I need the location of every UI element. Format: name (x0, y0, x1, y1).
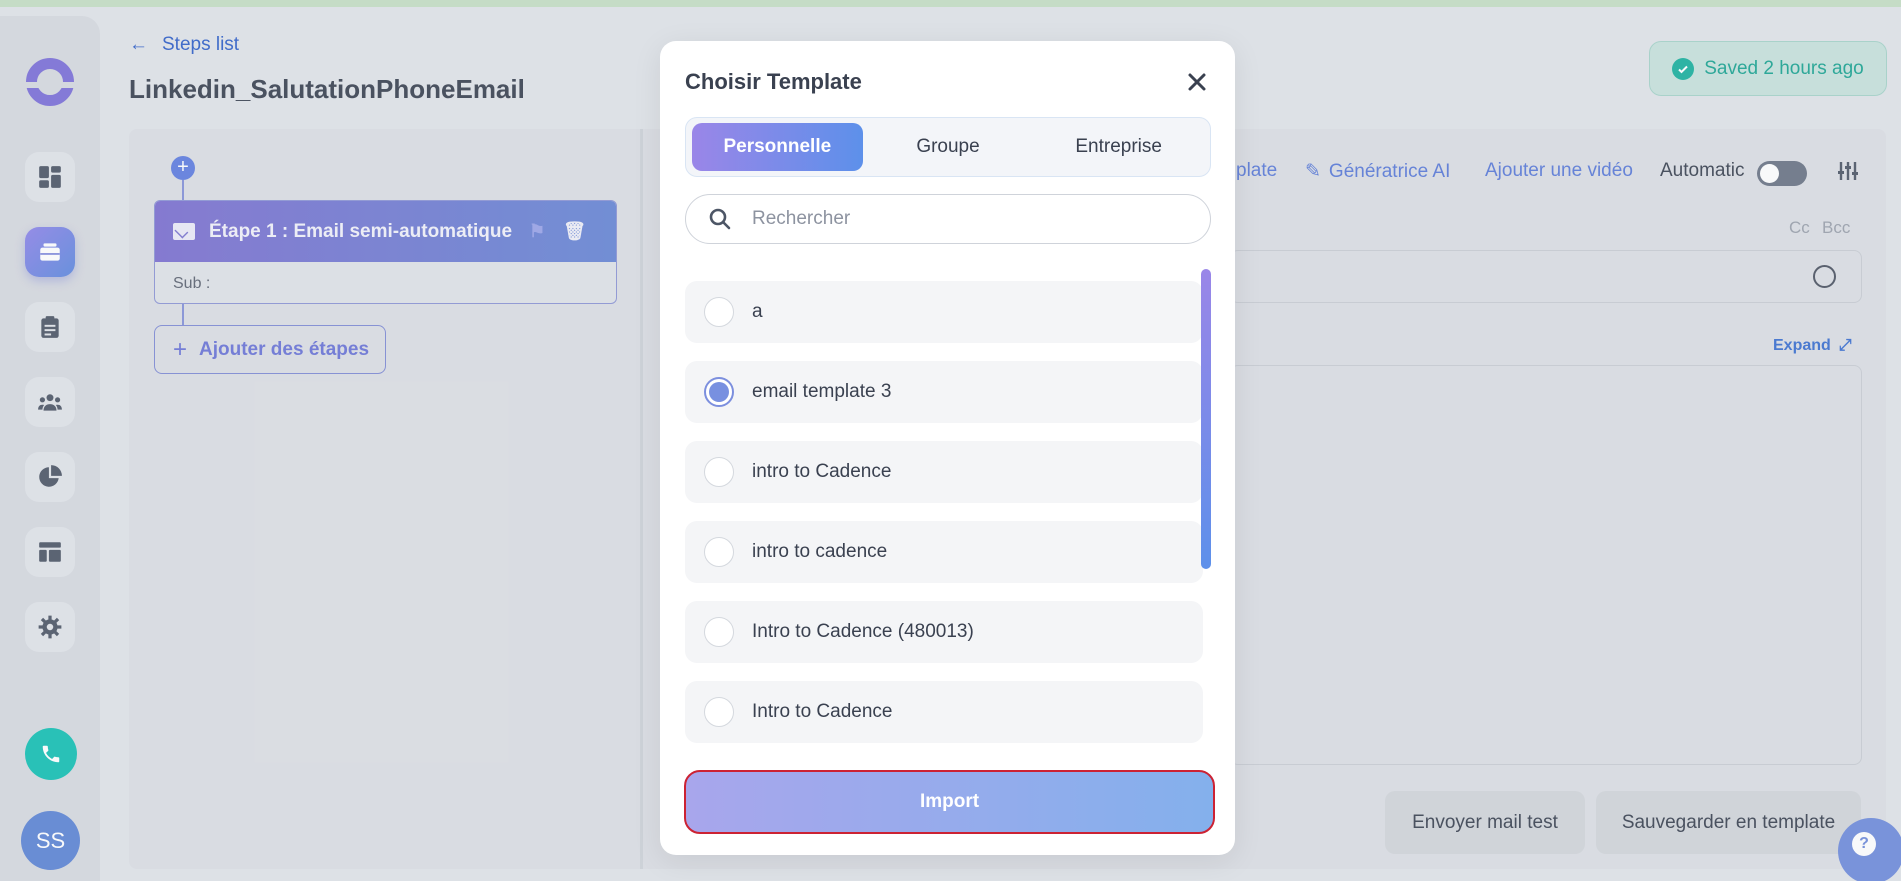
template-item[interactable]: intro to Cadence (685, 441, 1203, 503)
template-name: intro to Cadence (752, 461, 892, 482)
search-input[interactable] (752, 208, 1172, 230)
close-icon[interactable] (1182, 67, 1212, 97)
list-scrollbar[interactable] (1201, 269, 1211, 569)
radio-button[interactable] (704, 617, 734, 647)
radio-button[interactable] (704, 697, 734, 727)
template-name: email template 3 (752, 381, 892, 402)
choose-template-modal: Choisir Template Personnelle Groupe Entr… (660, 41, 1235, 855)
template-name: Intro to Cadence (752, 701, 893, 722)
radio-button-selected[interactable] (704, 377, 734, 407)
template-item[interactable]: a (685, 281, 1203, 343)
modal-title: Choisir Template (685, 69, 862, 94)
template-item[interactable]: email template 3 (685, 361, 1203, 423)
template-list: a email template 3 intro to Cadence intr… (685, 281, 1203, 761)
template-name: Intro to Cadence (480013) (752, 621, 974, 642)
template-item[interactable]: Intro to Cadence (685, 681, 1203, 743)
radio-button[interactable] (704, 537, 734, 567)
search-box (685, 194, 1211, 244)
tab-groupe[interactable]: Groupe (863, 123, 1034, 171)
template-name: intro to cadence (752, 541, 888, 562)
radio-button[interactable] (704, 457, 734, 487)
tab-entreprise[interactable]: Entreprise (1033, 123, 1204, 171)
template-scope-tabs: Personnelle Groupe Entreprise (685, 117, 1211, 177)
tab-personnelle[interactable]: Personnelle (692, 123, 863, 171)
radio-button[interactable] (704, 297, 734, 327)
template-item[interactable]: intro to cadence (685, 521, 1203, 583)
template-name: a (752, 301, 763, 322)
search-icon (709, 208, 731, 230)
template-item[interactable]: Intro to Cadence (480013) (685, 601, 1203, 663)
import-button[interactable]: Import (684, 770, 1215, 834)
